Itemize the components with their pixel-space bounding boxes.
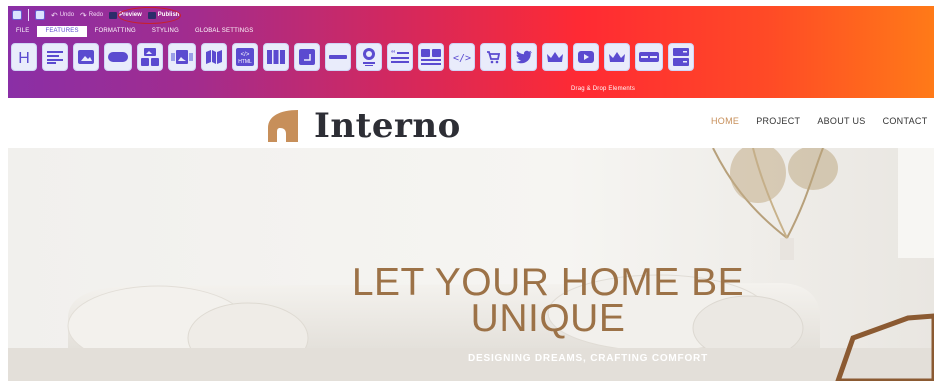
site-header: Interno HOME PROJECT ABOUT US CONTACT [0,98,936,148]
divider-icon [329,55,347,59]
heading-icon: H [18,50,30,65]
buttons-row-icon [639,52,659,62]
page-icon[interactable] [35,10,45,20]
element-palette: H </> HTML “ </> [11,43,694,77]
twitter-icon [516,50,532,64]
tab-formatting[interactable]: FORMATTING [87,26,144,37]
youtube-tool[interactable] [573,43,599,71]
tab-file[interactable]: FILE [8,26,37,37]
button-tool[interactable] [104,43,132,71]
slider-tool[interactable] [168,43,196,71]
form-tool[interactable] [668,43,694,71]
testimonial-icon: “ [391,50,409,63]
undo-button[interactable]: ↶ Undo [51,11,74,20]
undo-label: Undo [59,12,75,18]
code-icon: </> [453,53,471,63]
image-icon [78,50,94,64]
columns-tool[interactable] [263,43,289,71]
nav-project[interactable]: PROJECT [748,116,809,126]
svg-text:H: H [18,50,30,65]
nav-contact[interactable]: CONTACT [874,116,936,126]
hero-title-line2: UNIQUE [470,297,626,340]
svg-text:</>: </> [453,53,471,63]
form-icon [673,48,689,66]
svg-text:</>: </> [241,52,250,58]
cart-tool[interactable] [480,43,506,71]
paragraph-icon [47,51,63,64]
button-icon [108,52,128,62]
hero-title: LET YOUR HOME BE UNIQUE [338,261,758,340]
html-tool[interactable]: </> HTML [232,43,258,71]
undo-icon: ↶ [51,10,58,20]
paragraph-tool[interactable] [42,43,68,71]
team-member-icon [363,48,375,66]
editor-toolbar: ↶ Undo ↷ Redo Preview Publish FILE FEATURE… [8,6,934,98]
redo-label: Redo [88,12,104,18]
crown-tool[interactable] [542,43,568,71]
editor-tabbar: FILE FEATURES FORMATTING STYLING GLOBAL … [8,26,261,37]
tab-styling[interactable]: STYLING [144,26,187,37]
media-text-icon [421,49,441,65]
preview-icon [109,11,118,19]
save-icon[interactable] [12,10,22,20]
testimonial-tool[interactable]: “ [387,43,413,71]
nav-home[interactable]: HOME [703,116,748,126]
youtube-icon [578,51,594,63]
topbar-divider [28,9,29,21]
logo-text: Interno [314,106,461,146]
columns-icon [267,50,285,64]
nav-about-us[interactable]: ABOUT US [809,116,874,126]
redo-icon: ↷ [80,10,87,20]
redo-button[interactable]: ↷ Redo [80,11,103,20]
media-text-tool[interactable] [418,43,444,71]
image-tool[interactable] [73,43,99,71]
divider-tool[interactable] [325,43,351,71]
heading-tool[interactable]: H [11,43,37,71]
tab-features[interactable]: FEATURES [37,26,87,37]
buttons-row-tool[interactable] [635,43,663,71]
drag-drop-label: Drag & Drop Elements [571,86,636,92]
team-member-tool[interactable] [356,43,382,71]
svg-text:HTML: HTML [238,59,252,65]
map-tool[interactable] [201,43,227,71]
crown-icon-2 [609,52,625,62]
crown-tool-2[interactable] [604,43,630,71]
crown-icon [547,52,563,62]
gallery-icon [141,48,159,66]
twitter-tool[interactable] [511,43,537,71]
site-logo[interactable]: Interno [268,106,461,146]
hero-subtitle: DESIGNING DREAMS, CRAFTING COMFORT [468,353,708,364]
main-nav: HOME PROJECT ABOUT US CONTACT [703,116,936,126]
box-tool[interactable] [294,43,320,71]
cart-icon [487,51,500,64]
html-icon: </>HTML [236,48,254,66]
hero-title-line1: LET YOUR HOME BE [351,261,745,304]
hero-section: LET YOUR HOME BE UNIQUE DESIGNING DREAMS… [8,148,934,381]
arch-logo-icon [268,110,298,142]
slider-icon [171,50,193,64]
gallery-tool[interactable] [137,43,163,71]
map-icon [206,50,222,64]
tab-global-settings[interactable]: GLOBAL SETTINGS [187,26,261,37]
publish-highlight-circle [118,7,181,24]
box-icon [299,49,315,65]
code-tool[interactable]: </> [449,43,475,71]
